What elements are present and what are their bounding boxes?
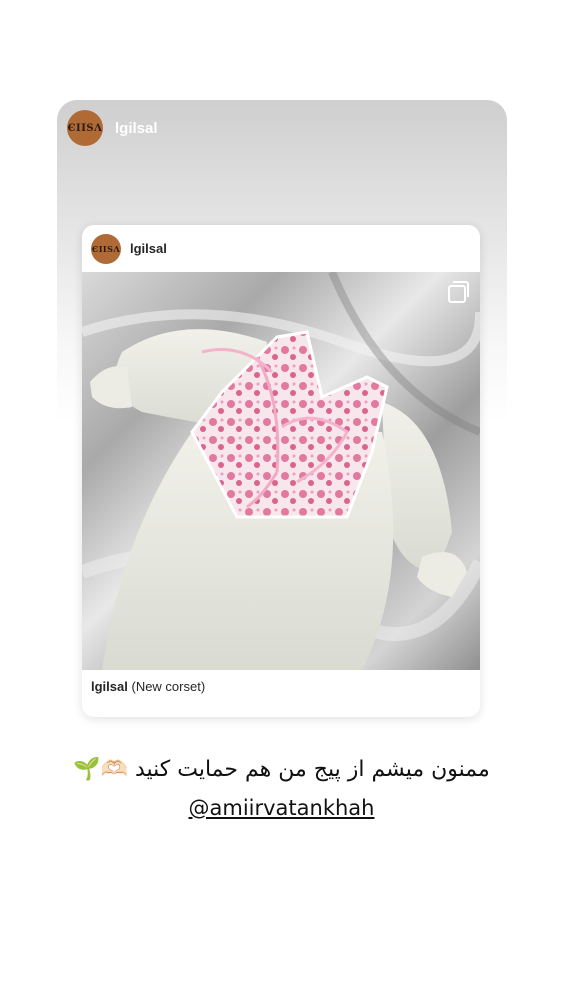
story-header[interactable]: ЄIISΛ lgilsal: [67, 110, 158, 146]
story-username[interactable]: lgilsal: [115, 120, 158, 137]
story-avatar[interactable]: ЄIISΛ: [67, 110, 103, 146]
carousel-icon: [448, 281, 469, 303]
post-avatar[interactable]: ЄIISΛ: [91, 233, 121, 264]
caption-text: (New corset): [131, 679, 206, 694]
story-frame: ЄIISΛ lgilsal ЄIISΛ lgilsal lgilsal (New…: [0, 0, 563, 1000]
post-photo[interactable]: [82, 272, 480, 670]
story-text-overlay: ممنون میشم از پیج من هم حمایت کنید 🫶🏻🌱: [73, 757, 490, 782]
post-caption: lgilsal (New corset): [82, 670, 480, 703]
dress-photo-illustration: [82, 272, 480, 670]
post-username[interactable]: lgilsal: [130, 241, 167, 256]
caption-username[interactable]: lgilsal: [91, 679, 128, 694]
mention-sticker[interactable]: @amiirvatankhah: [0, 796, 563, 820]
shared-post-card[interactable]: ЄIISΛ lgilsal lgilsal (New corset): [82, 225, 480, 717]
post-header[interactable]: ЄIISΛ lgilsal: [82, 225, 480, 272]
